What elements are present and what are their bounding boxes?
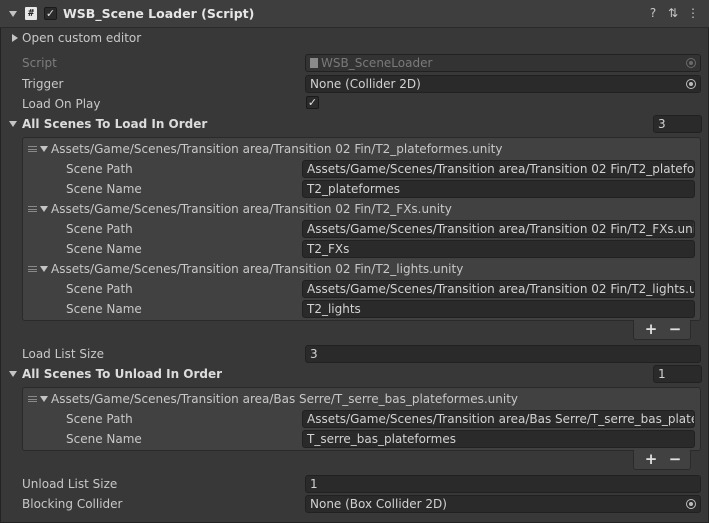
help-icon[interactable]: ? — [646, 5, 660, 21]
unload-list-foldout-icon[interactable] — [9, 371, 17, 377]
load-list-buttons: + − — [633, 320, 691, 340]
scene-path-input[interactable]: Assets/Game/Scenes/Transition area/Trans… — [302, 160, 695, 178]
drag-handle-icon[interactable] — [28, 266, 37, 272]
script-icon: # — [25, 7, 37, 20]
load-item-header[interactable]: Assets/Game/Scenes/Transition area/Trans… — [51, 142, 502, 156]
unload-list-label[interactable]: All Scenes To Unload In Order — [22, 367, 222, 381]
remove-element-button[interactable]: − — [665, 320, 685, 338]
trigger-label: Trigger — [22, 77, 64, 91]
component-enabled-checkbox[interactable]: ✓ — [44, 7, 57, 20]
load-item-header[interactable]: Assets/Game/Scenes/Transition area/Trans… — [51, 262, 463, 276]
load-list-size-input[interactable]: 3 — [305, 345, 701, 363]
blocking-collider-field[interactable]: None (Box Collider 2D) — [305, 495, 701, 513]
drag-handle-icon[interactable] — [28, 206, 37, 212]
unload-list-size-input[interactable]: 1 — [305, 475, 701, 493]
scene-name-input[interactable]: T2_plateformes — [302, 180, 695, 198]
unload-list-count[interactable]: 1 — [653, 365, 702, 383]
trigger-value: None (Collider 2D) — [310, 77, 421, 91]
load-list-foldout-icon[interactable] — [9, 121, 17, 127]
foldout-arrow-icon[interactable] — [9, 11, 17, 17]
item-foldout-icon[interactable] — [40, 146, 48, 152]
blocking-collider-value: None (Box Collider 2D) — [310, 497, 447, 511]
item-foldout-icon[interactable] — [40, 266, 48, 272]
open-custom-editor[interactable]: Open custom editor — [22, 31, 141, 45]
custom-editor-foldout-icon[interactable] — [12, 34, 18, 42]
trigger-field[interactable]: None (Collider 2D) — [305, 75, 701, 93]
scene-path-label: Scene Path — [66, 282, 133, 296]
load-on-play-label: Load On Play — [22, 97, 101, 111]
scene-path-label: Scene Path — [66, 412, 133, 426]
scene-name-label: Scene Name — [66, 432, 142, 446]
scene-path-input[interactable]: Assets/Game/Scenes/Transition area/Trans… — [302, 220, 695, 238]
script-file-icon — [310, 58, 318, 68]
object-picker-icon[interactable] — [686, 79, 696, 89]
scene-name-label: Scene Name — [66, 302, 142, 316]
unload-item-header[interactable]: Assets/Game/Scenes/Transition area/Bas S… — [51, 392, 518, 406]
script-field: WSB_SceneLoader — [305, 54, 701, 72]
scene-name-label: Scene Name — [66, 242, 142, 256]
drag-handle-icon[interactable] — [28, 146, 37, 152]
scene-path-label: Scene Path — [66, 162, 133, 176]
component-title: WSB_Scene Loader (Script) — [63, 6, 255, 21]
load-list-size-label: Load List Size — [22, 347, 105, 361]
object-picker-icon — [686, 58, 696, 68]
unload-list-buttons: + − — [633, 450, 691, 470]
script-label: Script — [22, 56, 57, 70]
scene-path-input[interactable]: Assets/Game/Scenes/Transition area/Bas S… — [302, 410, 695, 428]
load-list-count[interactable]: 3 — [653, 115, 702, 133]
script-value: WSB_SceneLoader — [321, 56, 433, 70]
add-element-button[interactable]: + — [641, 320, 661, 338]
scene-name-input[interactable]: T_serre_bas_plateformes — [302, 430, 695, 448]
blocking-collider-label: Blocking Collider — [22, 497, 123, 511]
scene-path-input[interactable]: Assets/Game/Scenes/Transition area/Trans… — [302, 280, 695, 298]
component-header[interactable]: # ✓ WSB_Scene Loader (Script) ? ⇅ ⋮ — [0, 0, 709, 28]
scene-name-input[interactable]: T2_lights — [302, 300, 695, 318]
item-foldout-icon[interactable] — [40, 206, 48, 212]
scene-name-input[interactable]: T2_FXs — [302, 240, 695, 258]
load-on-play-checkbox[interactable]: ✓ — [306, 96, 319, 109]
remove-element-button[interactable]: − — [665, 450, 685, 468]
scene-path-label: Scene Path — [66, 222, 133, 236]
scene-name-label: Scene Name — [66, 182, 142, 196]
load-list-label[interactable]: All Scenes To Load In Order — [22, 117, 207, 131]
item-foldout-icon[interactable] — [40, 396, 48, 402]
unload-list-size-label: Unload List Size — [22, 477, 118, 491]
presets-icon[interactable]: ⇅ — [666, 5, 680, 21]
load-item-header[interactable]: Assets/Game/Scenes/Transition area/Trans… — [51, 202, 452, 216]
more-icon[interactable]: ⋮ — [686, 5, 700, 21]
drag-handle-icon[interactable] — [28, 396, 37, 402]
object-picker-icon[interactable] — [686, 499, 696, 509]
add-element-button[interactable]: + — [641, 450, 661, 468]
